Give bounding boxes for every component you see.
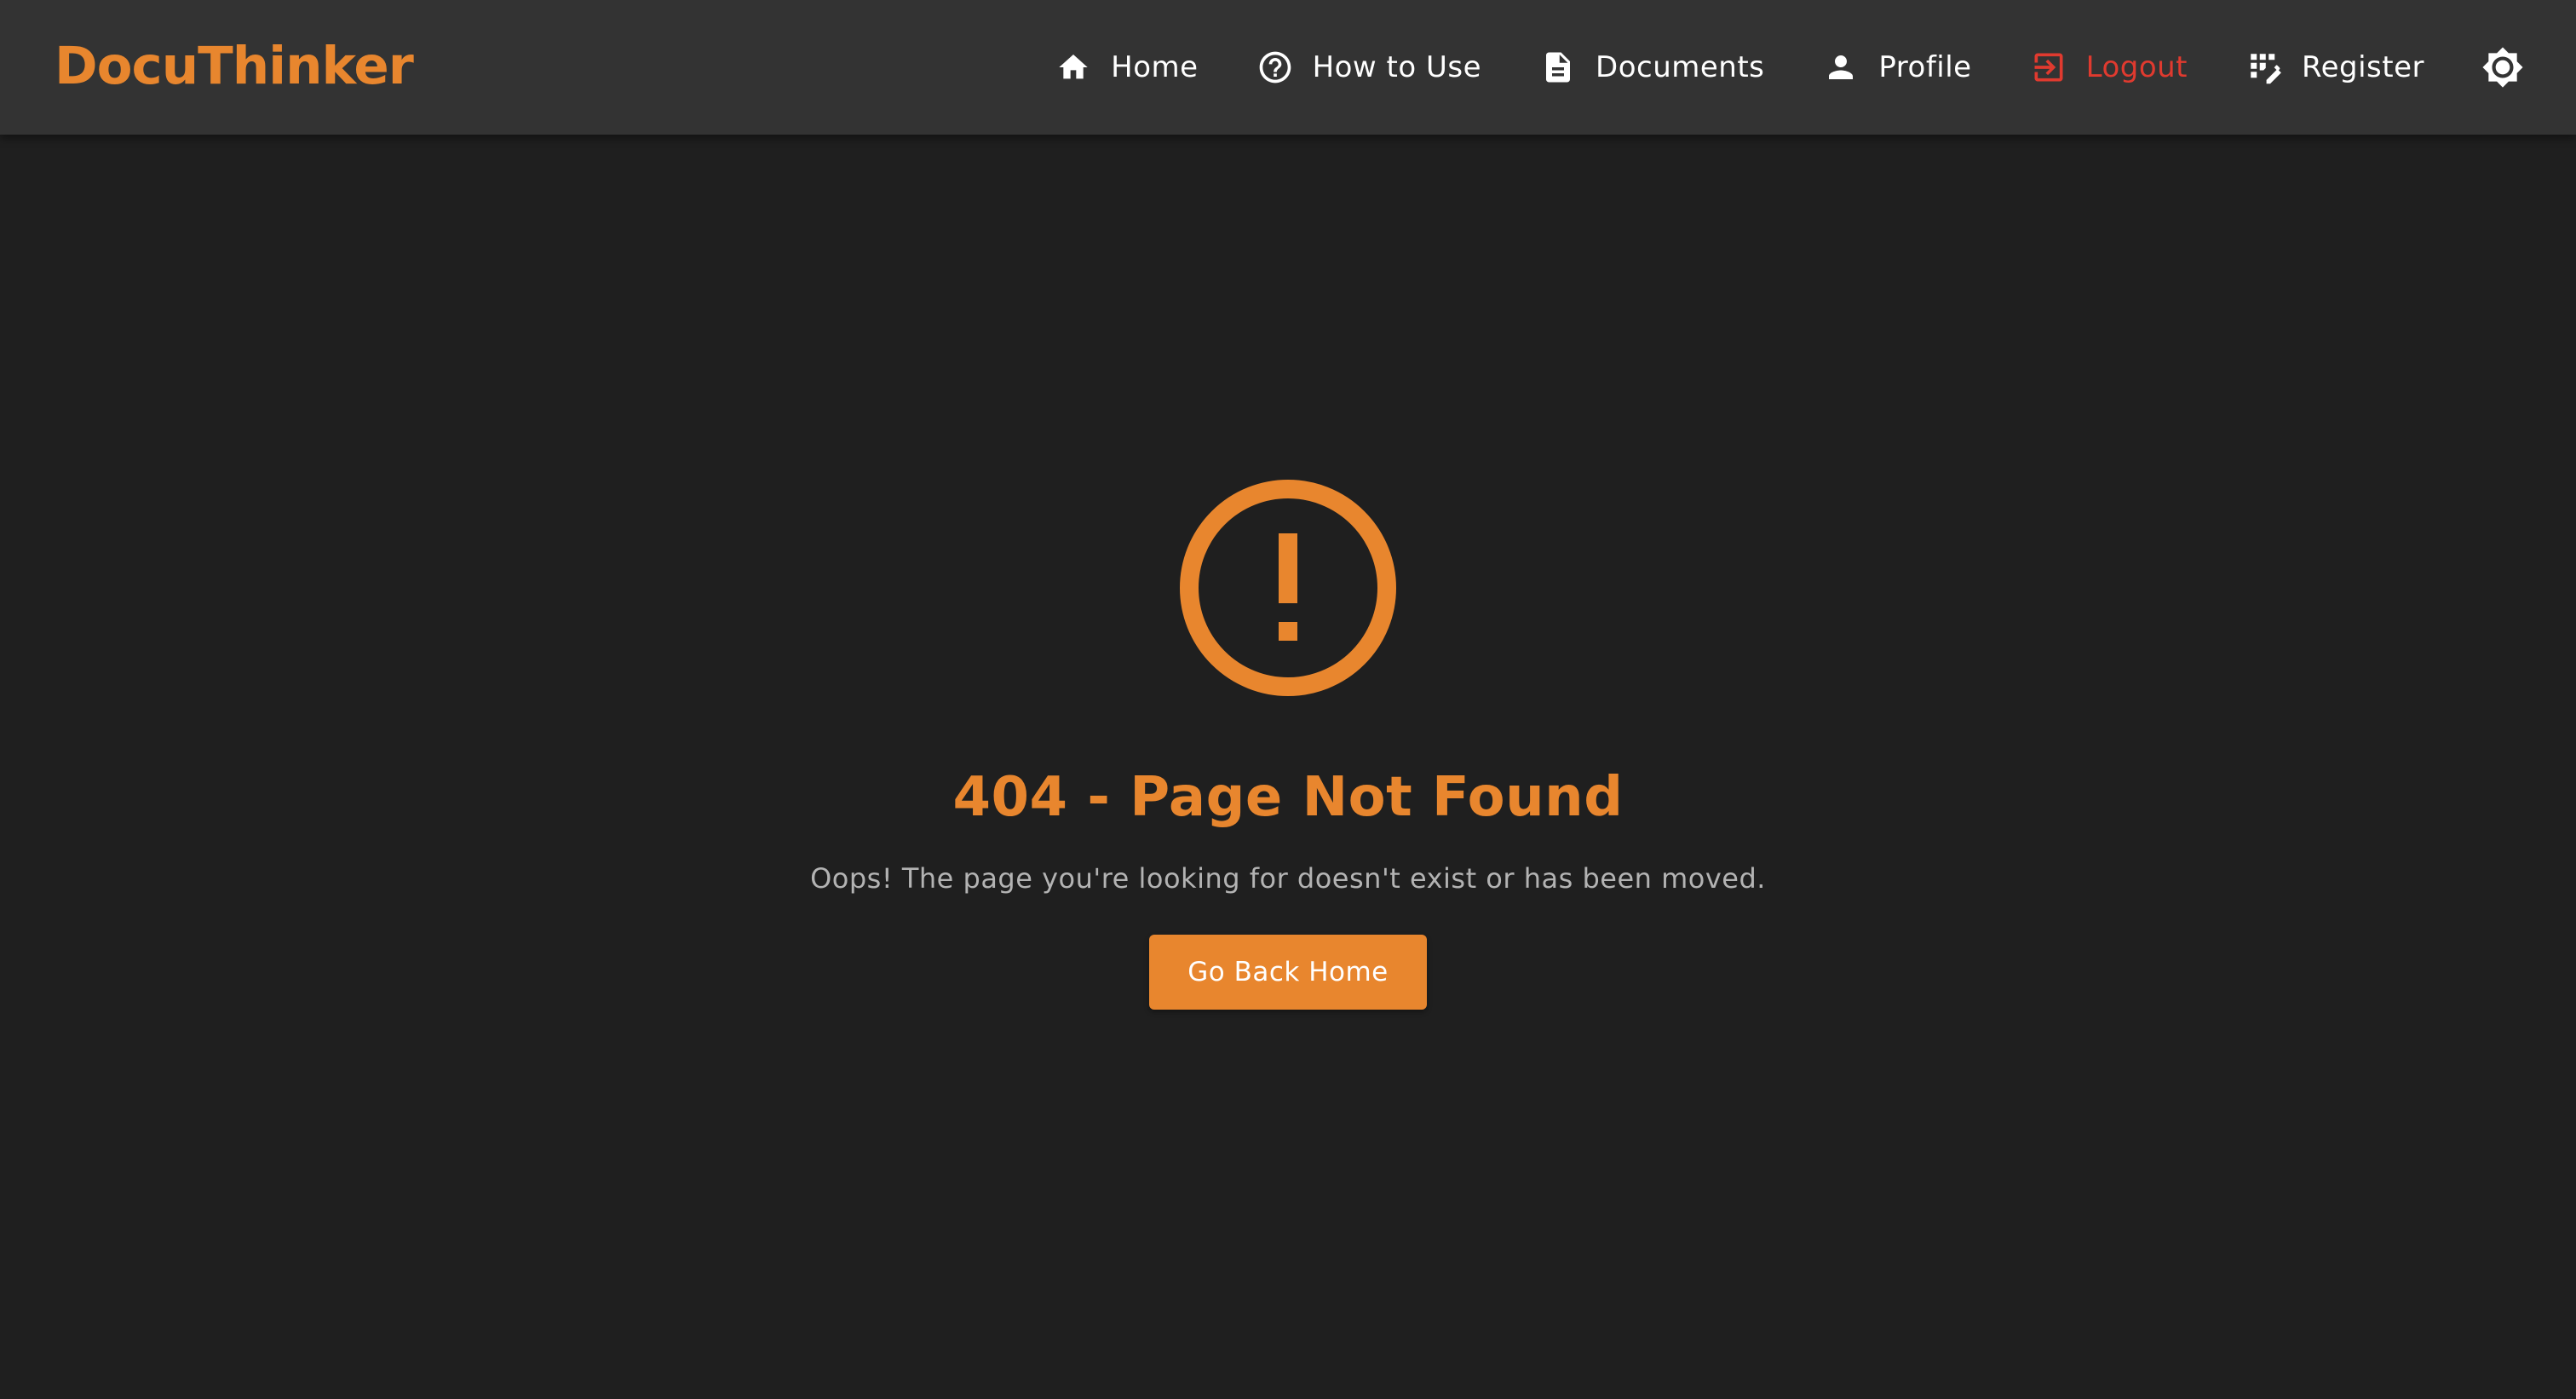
- brand-logo[interactable]: DocuThinker: [55, 32, 414, 101]
- nav-item-label: Logout: [2085, 50, 2188, 84]
- nav-item-label: How to Use: [1312, 50, 1482, 84]
- nav-item-logout[interactable]: Logout: [2030, 33, 2188, 101]
- logout-icon: [2030, 49, 2067, 86]
- person-icon: [1822, 49, 1860, 86]
- go-back-home-button[interactable]: Go Back Home: [1149, 935, 1427, 1010]
- nav-item-how-to-use[interactable]: How to Use: [1256, 33, 1481, 101]
- nav-item-register[interactable]: Register: [2245, 33, 2424, 101]
- error-outline-icon: [1179, 479, 1397, 697]
- help-circle-icon: [1256, 49, 1294, 86]
- main-nav: Home How to Use Documents Profile Logout: [1055, 0, 2525, 135]
- page-title: 404 - Page Not Found: [952, 766, 1624, 829]
- nav-item-documents[interactable]: Documents: [1539, 33, 1764, 101]
- nav-item-profile[interactable]: Profile: [1822, 33, 1971, 101]
- register-icon: [2245, 49, 2283, 86]
- nav-item-label: Register: [2302, 50, 2424, 84]
- top-navbar: DocuThinker Home How to Use Documents Pr…: [0, 0, 2576, 135]
- nav-item-label: Home: [1111, 50, 1199, 84]
- document-icon: [1539, 49, 1577, 86]
- nav-item-label: Documents: [1596, 50, 1765, 84]
- home-icon: [1055, 49, 1092, 86]
- brightness-icon[interactable]: [2481, 45, 2525, 89]
- nav-item-label: Profile: [1878, 50, 1972, 84]
- error-message: Oops! The page you're looking for doesn'…: [810, 862, 1766, 895]
- nav-item-home[interactable]: Home: [1055, 33, 1198, 101]
